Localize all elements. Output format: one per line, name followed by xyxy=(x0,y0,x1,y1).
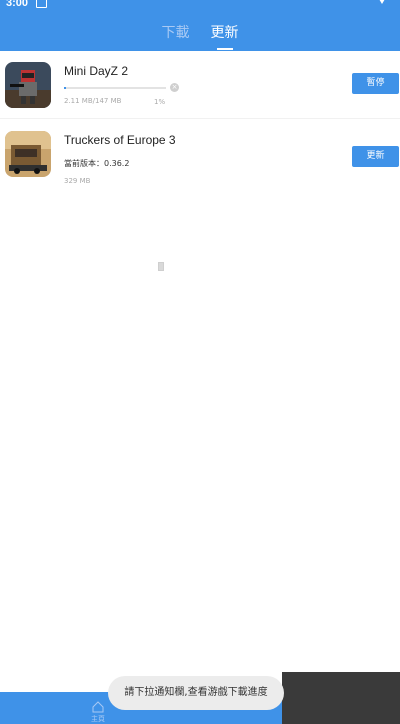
app-name: Truckers of Europe 3 xyxy=(64,133,176,147)
signal-icon xyxy=(376,0,388,4)
truckers-of-europe-3-icon xyxy=(5,131,51,177)
tab-download-label: 下載 xyxy=(161,25,190,41)
download-progress-bar xyxy=(64,87,166,89)
home-label[interactable]: 主頁 xyxy=(91,714,105,724)
list-item: Mini DayZ 2 × 2.11 MB/147 MB 1% 暫停 xyxy=(0,51,400,118)
corner-overlay xyxy=(282,672,400,724)
download-list: Mini DayZ 2 × 2.11 MB/147 MB 1% 暫停 Truck… xyxy=(0,51,400,195)
toast-message: 請下拉通知欄,查看游戲下載進度 xyxy=(108,676,284,710)
status-time: 3:00 xyxy=(6,0,29,9)
current-version: 當前版本：0.36.2 xyxy=(64,159,130,168)
home-icon[interactable] xyxy=(92,698,104,713)
tab-update-label: 更新 xyxy=(210,25,239,41)
tab-update[interactable]: 更新 xyxy=(210,22,239,50)
app-name: Mini DayZ 2 xyxy=(64,64,129,78)
list-item: Truckers of Europe 3 當前版本：0.36.2 329 MB … xyxy=(0,118,400,195)
tab-active-indicator xyxy=(216,48,233,50)
notification-icon xyxy=(36,0,47,8)
loading-indicator xyxy=(158,262,164,271)
tab-download[interactable]: 下載 xyxy=(161,22,189,42)
download-size: 2.11 MB/147 MB xyxy=(64,97,122,105)
pause-button[interactable]: 暫停 xyxy=(352,73,399,94)
mini-dayz-2-icon xyxy=(5,62,51,108)
app-size: 329 MB xyxy=(64,177,91,185)
top-header: 3:00 下載 更新 xyxy=(0,0,400,51)
cancel-icon[interactable]: × xyxy=(170,83,179,92)
progress-fill xyxy=(64,87,67,89)
download-percent: 1% xyxy=(154,98,166,106)
update-button[interactable]: 更新 xyxy=(352,146,399,167)
tab-bar: 下載 更新 xyxy=(0,22,400,50)
